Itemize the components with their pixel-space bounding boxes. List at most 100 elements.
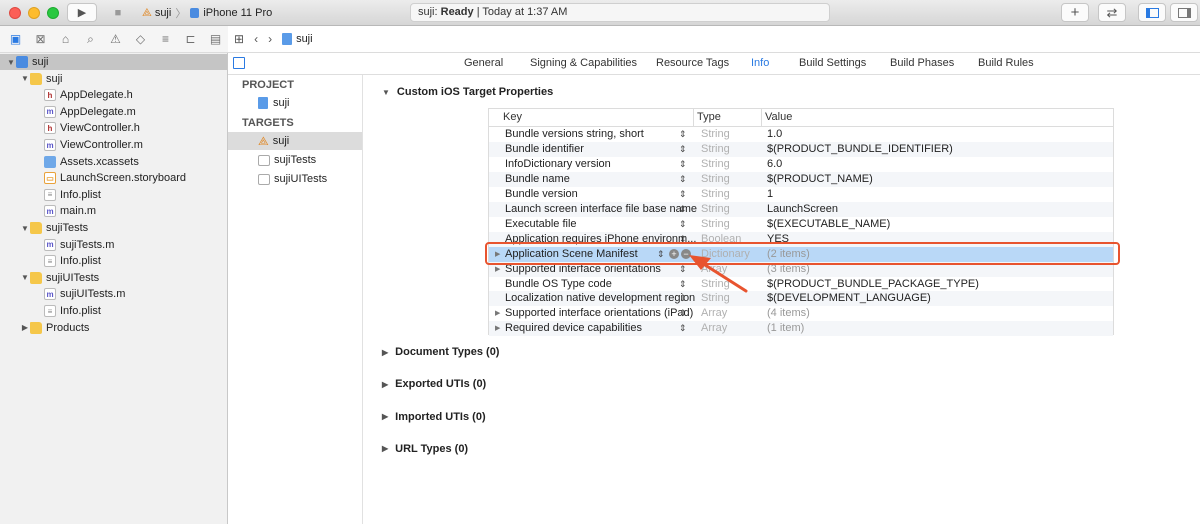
row-key[interactable]: Required device capabilities <box>505 321 642 336</box>
tab-build-phases[interactable]: Build Phases <box>890 57 954 69</box>
row-value[interactable]: $(DEVELOPMENT_LANGUAGE) <box>767 291 931 306</box>
scheme-selector[interactable]: ⟁ suji 〉 iPhone 11 Pro <box>142 5 272 21</box>
table-row[interactable]: InfoDictionary version ⇕ String 6.0 <box>489 157 1113 172</box>
row-key[interactable]: Supported interface orientations (iPad) <box>505 306 693 321</box>
navigator-item[interactable]: h ViewController.h <box>0 120 227 136</box>
row-key[interactable]: InfoDictionary version <box>505 157 611 172</box>
key-stepper-icon[interactable]: ⇕ <box>679 291 687 306</box>
navigator-item[interactable]: ▭ LaunchScreen.storyboard <box>0 170 227 186</box>
run-button[interactable]: ▶ <box>67 3 97 22</box>
source-control-icon[interactable]: ⊠ <box>31 32 50 46</box>
warning-icon[interactable]: ⚠ <box>106 32 125 46</box>
tab-build-rules[interactable]: Build Rules <box>978 57 1034 69</box>
row-key[interactable]: Launch screen interface file base name <box>505 202 697 217</box>
tab-resource-tags[interactable]: Resource Tags <box>656 57 729 69</box>
key-stepper-icon[interactable]: ⇕ <box>679 157 687 172</box>
symbol-icon[interactable]: ⌂ <box>56 32 75 46</box>
navigator-item[interactable]: m ViewController.m <box>0 137 227 153</box>
report-icon[interactable]: ▤ <box>206 32 225 46</box>
row-type[interactable]: String <box>701 202 730 217</box>
collapsed-section[interactable]: ▶ Imported UTIs (0) <box>382 411 486 423</box>
zoom-window-button[interactable] <box>47 7 59 19</box>
collapsed-section[interactable]: ▶ Exported UTIs (0) <box>382 378 486 390</box>
debug-icon[interactable]: ≡ <box>156 32 175 46</box>
disclosure-down-icon[interactable]: ▼ <box>6 58 16 67</box>
table-row[interactable]: Bundle versions string, short ⇕ String 1.0 <box>489 127 1113 142</box>
row-value[interactable]: 1 <box>767 187 773 202</box>
navigator-item[interactable]: m sujiUITests.m <box>0 286 227 302</box>
navigator-item[interactable]: ▼ suji <box>0 54 227 70</box>
navigator-item[interactable]: ▼ sujiTests <box>0 220 227 236</box>
search-icon[interactable]: ⌕ <box>81 32 100 47</box>
navigator-item[interactable]: ▼ sujiUITests <box>0 270 227 286</box>
key-stepper-icon[interactable]: ⇕ <box>679 306 687 321</box>
row-type[interactable]: String <box>701 142 730 157</box>
row-type[interactable]: String <box>701 127 730 142</box>
row-key[interactable]: Bundle name <box>505 172 570 187</box>
row-value[interactable]: 1.0 <box>767 127 782 142</box>
row-value[interactable]: $(PRODUCT_BUNDLE_IDENTIFIER) <box>767 142 953 157</box>
breakpoint-icon[interactable]: ⊏ <box>181 32 200 46</box>
tab-build-settings[interactable]: Build Settings <box>799 57 866 69</box>
navigator-item[interactable]: m main.m <box>0 203 227 219</box>
disclosure-down-icon[interactable]: ▼ <box>20 224 30 233</box>
target-item[interactable]: sujiTests <box>228 151 362 169</box>
navigator-item[interactable]: m sujiTests.m <box>0 237 227 253</box>
collapsed-section[interactable]: ▶ URL Types (0) <box>382 443 468 455</box>
table-row[interactable]: Localization native development region ⇕ S… <box>489 291 1113 307</box>
folder-icon[interactable]: ▣ <box>6 32 25 46</box>
row-type[interactable]: Array <box>701 321 727 336</box>
row-key[interactable]: Bundle versions string, short <box>505 127 644 142</box>
code-review-button[interactable]: ⇄ <box>1098 3 1126 22</box>
row-value[interactable]: 6.0 <box>767 157 782 172</box>
custom-properties-section[interactable]: ▼ Custom iOS Target Properties <box>382 86 553 98</box>
stop-button[interactable]: ■ <box>103 3 133 22</box>
table-row[interactable]: ▶ Required device capabilities ⇕ Array (1 it… <box>489 321 1113 337</box>
hide-targets-icon[interactable] <box>233 57 245 69</box>
key-stepper-icon[interactable]: ⇕ <box>679 217 687 232</box>
navigator-item[interactable]: ≡ Info.plist <box>0 303 227 319</box>
tab-info[interactable]: Info <box>751 57 769 69</box>
row-key[interactable]: Bundle identifier <box>505 142 584 157</box>
tab-general[interactable]: General <box>464 57 503 69</box>
navigator-item[interactable]: m AppDelegate.m <box>0 104 227 120</box>
navigator-item[interactable]: ≡ Info.plist <box>0 253 227 269</box>
table-row[interactable]: Executable file ⇕ String $(EXECUTABLE_NAME) <box>489 217 1113 232</box>
key-stepper-icon[interactable]: ⇕ <box>679 187 687 202</box>
row-value[interactable]: LaunchScreen <box>767 202 838 217</box>
table-row[interactable]: Bundle name ⇕ String $(PRODUCT_NAME) <box>489 171 1113 187</box>
table-row[interactable]: Bundle identifier ⇕ String $(PRODUCT_BUNDLE… <box>489 141 1113 157</box>
row-type[interactable]: String <box>701 291 730 306</box>
forward-icon[interactable]: › <box>268 32 272 46</box>
table-row[interactable]: ▶ Supported interface orientations (iPad)… <box>489 306 1113 321</box>
disclosure-down-icon[interactable]: ▼ <box>20 273 30 282</box>
back-icon[interactable]: ‹ <box>254 32 258 46</box>
disclosure-right-icon[interactable]: ▶ <box>20 323 30 332</box>
key-stepper-icon[interactable]: ⇕ <box>679 127 687 142</box>
jump-bar-file[interactable]: suji <box>296 33 313 45</box>
row-type[interactable]: String <box>701 187 730 202</box>
grid-icon[interactable]: ⊞ <box>234 32 244 46</box>
row-key[interactable]: Bundle OS Type code <box>505 277 612 292</box>
row-value[interactable]: $(EXECUTABLE_NAME) <box>767 217 890 232</box>
table-row[interactable]: Bundle version ⇕ String 1 <box>489 187 1113 202</box>
test-icon[interactable]: ◇ <box>131 32 150 46</box>
minimize-window-button[interactable] <box>28 7 40 19</box>
row-value[interactable]: $(PRODUCT_NAME) <box>767 172 873 187</box>
disclosure-right-icon[interactable]: ▶ <box>495 306 500 321</box>
disclosure-right-icon[interactable]: ▶ <box>495 321 500 336</box>
navigator-item[interactable]: ≡ Info.plist <box>0 187 227 203</box>
library-add-button[interactable]: + <box>1061 3 1089 22</box>
key-stepper-icon[interactable]: ⇕ <box>679 172 687 187</box>
tab-signing-capabilities[interactable]: Signing & Capabilities <box>530 57 637 69</box>
navigator-item[interactable]: ▼ suji <box>0 71 227 87</box>
table-row[interactable]: Launch screen interface file base name ⇕ S… <box>489 201 1113 217</box>
navigator-item[interactable]: ▶ Products <box>0 320 227 336</box>
row-value[interactable]: (4 items) <box>767 306 810 321</box>
row-key[interactable]: Localization native development region <box>505 291 695 306</box>
target-item[interactable]: sujiUITests <box>228 170 362 188</box>
row-value[interactable]: $(PRODUCT_BUNDLE_PACKAGE_TYPE) <box>767 277 979 292</box>
navigator-item[interactable]: Assets.xcassets <box>0 154 227 170</box>
key-stepper-icon[interactable]: ⇕ <box>679 202 687 217</box>
row-type[interactable]: String <box>701 217 730 232</box>
